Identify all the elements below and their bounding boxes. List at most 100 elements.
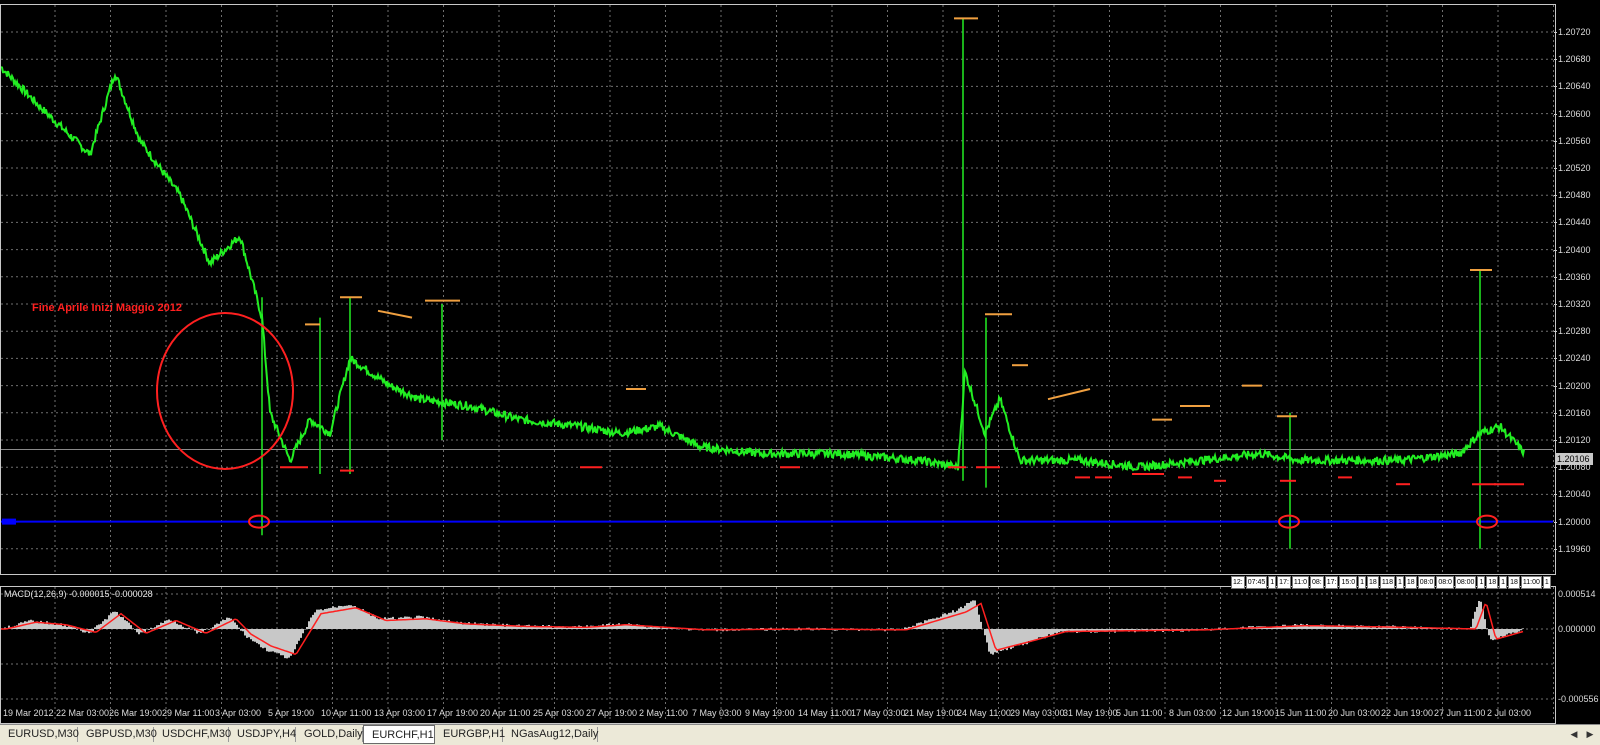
time-label: 20 Jun 03:00 xyxy=(1328,708,1381,718)
price-label: 1.19960 xyxy=(1558,543,1591,554)
legend-cell: 1 xyxy=(1499,576,1508,589)
price-tick xyxy=(1554,195,1557,197)
time-label: 19 Mar 2012 xyxy=(3,708,54,718)
legend-strip: 12: 07:45 1 17: 11:0 08: 17: 15:0 1 18 118 1 18 08:0 0… xyxy=(1231,576,1552,589)
legend-cell: 11:00 xyxy=(1520,576,1542,589)
price-label: 1.20000 xyxy=(1558,516,1591,527)
time-label: 13 Apr 03:00 xyxy=(374,708,426,718)
price-label: 1.20040 xyxy=(1558,489,1591,500)
macd-axis-label: -0.000556 xyxy=(1558,694,1599,704)
price-label: 1.20600 xyxy=(1558,108,1591,119)
price-tick xyxy=(1554,32,1557,33)
price-tick xyxy=(1554,140,1557,142)
time-label: 5 Jun 11:00 xyxy=(1116,708,1163,718)
time-label: 25 Apr 03:00 xyxy=(533,708,585,718)
price-label: 1.20680 xyxy=(1558,54,1591,65)
tab-gbpusd-m30[interactable]: GBPUSD,M30 xyxy=(78,727,157,742)
tab-usdjpy-h4[interactable]: USDJPY,H4 xyxy=(229,727,296,742)
time-label: 24 May 11:00 xyxy=(957,708,1011,718)
macd-chart-border xyxy=(0,586,1556,724)
time-label: 9 May 19:00 xyxy=(745,708,795,718)
time-label: 21 May 19:00 xyxy=(904,708,959,718)
price-label: 1.20280 xyxy=(1558,326,1591,337)
legend-cell: 18 xyxy=(1486,576,1499,589)
legend-cell: 1 xyxy=(1358,576,1367,589)
main-chart-border xyxy=(0,4,1556,575)
time-label: 31 May 19:00 xyxy=(1063,708,1118,718)
price-tick xyxy=(1554,440,1557,441)
legend-cell: 1 xyxy=(1395,576,1404,589)
tab-gold-daily[interactable]: GOLD,Daily xyxy=(296,727,363,742)
price-tick xyxy=(1554,113,1557,115)
tab-ngasaug12-daily[interactable]: NGasAug12,Daily xyxy=(503,727,598,742)
legend-cell: 08: xyxy=(1310,576,1324,589)
current-price-label: 1.20106 xyxy=(1555,453,1593,465)
macd-indicator-label: MACD(12,26,9) -0.000015 -0.000028 xyxy=(4,589,153,599)
price-tick xyxy=(1554,168,1557,169)
time-label: 7 May 03:00 xyxy=(692,708,742,718)
price-tick xyxy=(1554,222,1557,224)
time-label: 27 Jun 11:00 xyxy=(1434,708,1486,718)
price-tick xyxy=(1554,358,1557,360)
legend-cell: 07:45 xyxy=(1245,576,1268,589)
legend-cell: 08:0 xyxy=(1417,576,1436,589)
legend-cell: 08:0 xyxy=(1436,576,1454,589)
price-tick xyxy=(1554,304,1557,305)
price-tick xyxy=(1554,412,1557,414)
legend-cell: 1 xyxy=(1542,576,1551,589)
time-label: 17 Apr 19:00 xyxy=(427,708,479,718)
time-label: 3 Apr 03:00 xyxy=(215,708,262,718)
tab-usdchf-m30[interactable]: USDCHF,M30 xyxy=(154,727,231,742)
time-label: 27 Apr 19:00 xyxy=(586,708,638,718)
tab-eurgbp-h1[interactable]: EURGBP,H1 xyxy=(435,727,505,742)
tab-eurchf-h1[interactable]: EURCHF,H1 xyxy=(363,725,435,744)
price-tick xyxy=(1554,494,1557,496)
price-label: 1.20160 xyxy=(1558,407,1591,418)
time-label: 22 Jun 19:00 xyxy=(1381,708,1434,718)
arrow-right-icon[interactable]: ▶ xyxy=(1584,728,1596,741)
tab-eurusd-m30[interactable]: EURUSD,M30 xyxy=(0,727,79,742)
time-label: 20 Apr 11:00 xyxy=(480,708,531,718)
arrow-left-icon[interactable]: ◀ xyxy=(1568,728,1580,741)
time-label: 22 Mar 03:00 xyxy=(56,708,110,718)
time-label: 10 Apr 11:00 xyxy=(321,708,372,718)
time-label: 15 Jun 11:00 xyxy=(1275,708,1327,718)
price-tick xyxy=(1554,249,1557,251)
macd-axis-label: 0.000514 xyxy=(1558,589,1596,599)
legend-cell: 18 xyxy=(1508,576,1520,589)
price-tick xyxy=(1554,331,1557,333)
legend-cell: 1 xyxy=(1477,576,1486,589)
time-label: 14 May 11:00 xyxy=(798,708,852,718)
price-label: 1.20640 xyxy=(1558,81,1591,92)
legend-cell: 17: xyxy=(1324,576,1339,589)
time-label: 8 Jun 03:00 xyxy=(1169,708,1217,718)
price-tick xyxy=(1554,276,1557,278)
price-tick xyxy=(1554,59,1557,61)
legend-cell: 12: xyxy=(1231,576,1245,589)
time-label: 29 May 03:00 xyxy=(1010,708,1065,718)
price-label: 1.20240 xyxy=(1558,353,1591,364)
price-label: 1.20520 xyxy=(1558,163,1591,173)
legend-cell: 11:0 xyxy=(1291,576,1310,589)
chart-tab-bar: ◀ ▶ EURUSD,M30 GBPUSD,M30 USDCHF,M30 USDJPY… xyxy=(0,724,1600,745)
legend-cell: 18 xyxy=(1367,576,1379,589)
macd-axis-label: 0.000000 xyxy=(1558,624,1596,634)
legend-cell: 15:0 xyxy=(1339,576,1358,589)
price-label: 1.20320 xyxy=(1558,299,1591,309)
price-label: 1.20400 xyxy=(1558,244,1591,255)
annotation-text: Fine Aprile Inizi Maggio 2012 xyxy=(32,302,182,314)
price-tick xyxy=(1554,86,1557,88)
time-label: 17 May 03:00 xyxy=(851,708,906,718)
legend-cell: 08:00 xyxy=(1454,576,1477,589)
terminal-window: 1.20720 1.20680 1.20640 1.20600 1.20560 1.205… xyxy=(0,0,1600,745)
price-label: 1.20200 xyxy=(1558,380,1591,391)
legend-cell: 17: xyxy=(1277,576,1291,589)
legend-cell: 1 xyxy=(1268,576,1277,589)
price-label: 1.20360 xyxy=(1558,271,1591,282)
price-label: 1.20480 xyxy=(1558,190,1591,201)
time-label: 2 Jul 03:00 xyxy=(1487,708,1532,718)
time-label: 26 Mar 19:00 xyxy=(109,708,163,718)
legend-cell: 118 xyxy=(1379,576,1395,589)
price-tick xyxy=(1554,521,1557,523)
legend-cell: 18 xyxy=(1404,576,1417,589)
